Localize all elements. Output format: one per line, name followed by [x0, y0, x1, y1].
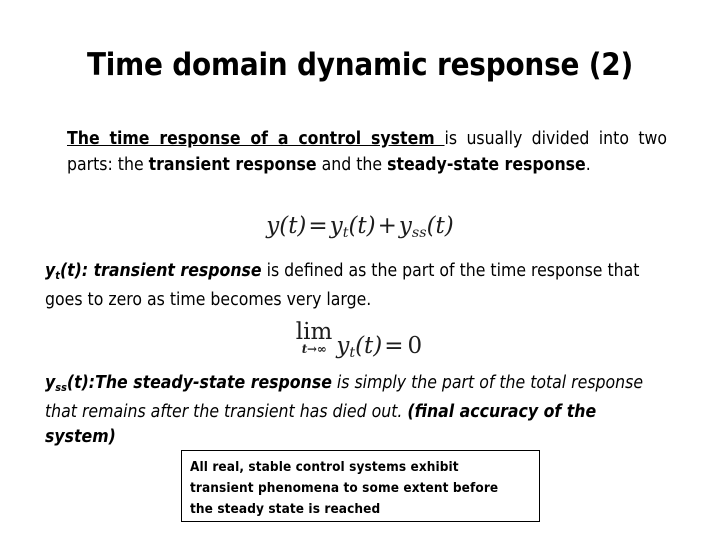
callout-line-2: transient phenomena to some extent befor… [190, 480, 499, 496]
callout-line-1: All real, stable control systems exhibit [190, 459, 459, 475]
eq-total-term2-y: y [398, 213, 412, 239]
steady-lead-rest: (t):The steady-state response [66, 373, 332, 393]
limit-word: lim [295, 319, 333, 345]
eq-total-term1-y: y [329, 213, 343, 239]
transient-lead-y: y [45, 261, 56, 281]
equation-total-response: y(t)=yt(t)+yss(t) [0, 211, 720, 248]
eq-total-term1-arg: (t) [348, 213, 376, 239]
intro-underlined-phrase: The time response of a control system [67, 129, 445, 149]
eq-limit-y: y [336, 333, 350, 359]
transient-lead-label: yt(t): transient response [45, 261, 262, 282]
limit-operator: lim t→∞ [296, 320, 333, 355]
eq-total-equals: = [308, 213, 328, 239]
equation-limit: lim t→∞ yt(t)= 0 [0, 320, 720, 368]
transient-paragraph: yt(t): transient response is defined as … [45, 259, 670, 313]
intro-text-3: . [585, 155, 591, 175]
steady-lead-label: yss(t):The steady-state response [45, 373, 332, 395]
slide-canvas: Time domain dynamic response (2) The tim… [0, 0, 720, 540]
steady-lead-y: y [45, 373, 56, 393]
transient-lead-rest: (t): transient response [59, 261, 262, 281]
eq-limit-equals: = [384, 333, 404, 359]
intro-bold-transient-response: transient response [148, 155, 317, 175]
page-title: Time domain dynamic response (2) [86, 47, 634, 83]
callout-box: All real, stable control systems exhibit… [181, 450, 540, 522]
eq-total-term2-arg: (t) [426, 213, 454, 239]
intro-bold-steady-state-response: steady-state response [387, 155, 586, 175]
eq-total-plus: + [377, 213, 397, 239]
callout-text: All real, stable control systems exhibit… [190, 457, 530, 520]
steady-state-paragraph: yss(t):The steady-state response is simp… [45, 371, 670, 450]
eq-limit-rhs: 0 [407, 333, 423, 359]
limit-subscript: t→∞ [301, 342, 327, 356]
steady-lead-subscript: ss [55, 381, 67, 395]
eq-total-lhs-arg: (t) [279, 213, 307, 239]
callout-line-3: the steady state is reached [190, 501, 381, 517]
intro-paragraph: The time response of a control system is… [67, 126, 667, 178]
eq-total-term2-subscript: ss [411, 224, 427, 241]
eq-total-lhs-y: y [266, 213, 280, 239]
eq-limit-arg: (t) [355, 333, 383, 359]
intro-text-2: and the [316, 155, 388, 175]
